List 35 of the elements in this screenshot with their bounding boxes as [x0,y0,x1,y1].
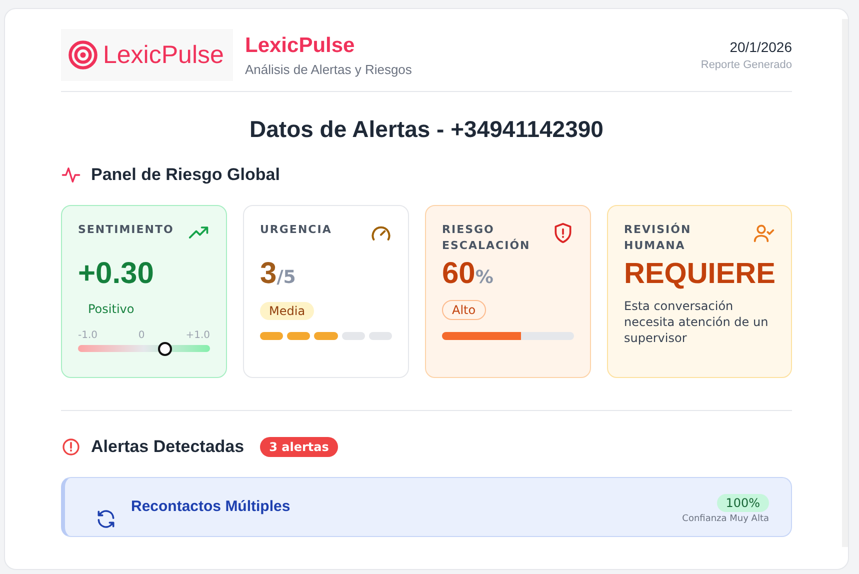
section-heading: Alertas Detectadas [91,437,244,457]
risk-tag: Alto [442,300,486,320]
scale-label: -1.0 [78,330,98,341]
scale-label: 0 [138,330,145,341]
subtitle: Análisis de Alertas y Riesgos [245,62,413,76]
user-check-icon [753,222,776,244]
urgency-unit: /5 [276,267,296,288]
report-date: 20/1/2026 [730,39,792,55]
shield-alert-icon [552,222,574,244]
alert-circle-icon [61,437,81,457]
urgency-value: 3 [260,256,277,292]
sentiment-tag: Positivo [88,302,210,316]
logo-text: LexicPulse [103,40,224,70]
brand-name: LexicPulse [245,34,356,58]
date-label: Reporte Generado [700,59,792,71]
pulse-icon [61,165,81,185]
sentiment-value: +0.30 [78,256,155,292]
card-label: RIESGO ESCALACIÓN [442,222,532,254]
review-note: Esta conversación necesita atención de un supervisor [624,298,770,346]
risk-unit: % [475,267,494,288]
card-label: REVISIÓN HUMANA [624,222,692,254]
confidence-label: Confianza Muy Alta [682,514,769,524]
review-value: REQUIERE [624,257,776,292]
card-label: URGENCIA [260,222,333,238]
refresh-icon [95,508,117,530]
alert-title: Recontactos Múltiples [131,498,292,515]
page-title: Datos de Alertas - +34941142390 [248,116,604,143]
risk-value: 60 [442,256,476,292]
urgency-tag: Media [260,302,314,320]
section-heading: Panel de Riesgo Global [91,165,280,185]
card-label: SENTIMIENTO [78,222,175,238]
confidence-badge: 100% [716,494,769,512]
target-icon [67,39,99,71]
scale-label: +1.0 [186,330,210,341]
alert-count-badge: 3 alertas [260,437,338,457]
